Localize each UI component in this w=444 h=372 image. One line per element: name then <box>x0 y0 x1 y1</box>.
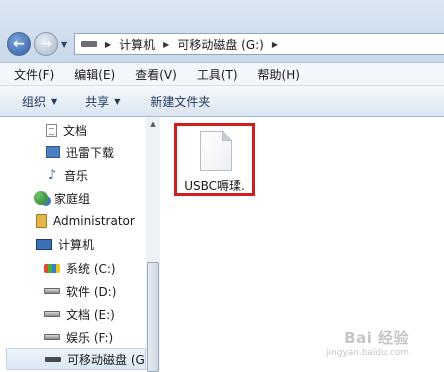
file-icon <box>200 131 232 171</box>
file-name: USBC嗕瑈. <box>184 179 245 193</box>
watermark-url: jingyan.baidu.com <box>326 348 410 358</box>
menu-help[interactable]: 帮助(H) <box>245 66 307 83</box>
nav-item-label: Administrator <box>53 214 135 228</box>
nav-item-label: 系统 (C:) <box>66 261 116 276</box>
share-label: 共享 <box>85 94 110 109</box>
share-button[interactable]: 共享 ▼ <box>85 93 120 110</box>
baidu-jingyan-watermark: Bai 经验 jingyan.baidu.com <box>326 327 409 358</box>
back-button[interactable]: ← <box>7 32 31 56</box>
nav-item-label: 计算机 <box>58 237 95 252</box>
nav-item-label: 可移动磁盘 (G: <box>67 352 149 367</box>
navigation-pane: 文档 迅雷下载 ♪ 音乐 家庭组 Administrator 计算机 系统 (C… <box>0 117 160 372</box>
breadcrumb-separator-icon[interactable]: ▶ <box>163 40 169 49</box>
organize-label: 组织 <box>22 94 47 109</box>
nav-item-label: 软件 (D:) <box>66 284 117 299</box>
nav-item-label: 文档 (E:) <box>66 307 115 322</box>
nav-item-label: 娱乐 (F:) <box>66 330 114 345</box>
computer-icon <box>36 238 52 250</box>
breadcrumb-separator-icon[interactable]: ▶ <box>272 40 278 49</box>
drive-icon <box>44 288 60 294</box>
nav-item-label: 迅雷下载 <box>66 145 115 160</box>
menu-edit[interactable]: 编辑(E) <box>61 66 122 83</box>
system-drive-icon <box>44 263 60 273</box>
back-arrow-icon: ← <box>13 36 25 52</box>
document-icon <box>46 123 57 137</box>
drive-icon <box>44 334 60 340</box>
recent-pages-dropdown-icon[interactable]: ▼ <box>61 40 67 49</box>
organize-button[interactable]: 组织 ▼ <box>22 93 57 110</box>
music-icon: ♪ <box>47 167 57 183</box>
new-folder-button[interactable]: 新建文件夹 <box>150 93 210 110</box>
forward-arrow-icon: → <box>40 36 52 52</box>
nav-item-label: 音乐 <box>64 168 89 183</box>
menu-bar: 文件(F) 编辑(E) 查看(V) 工具(T) 帮助(H) <box>0 62 444 86</box>
user-folder-icon <box>36 214 47 228</box>
nav-item-label: 文档 <box>63 123 88 138</box>
chevron-down-icon: ▼ <box>51 96 58 106</box>
usb-drive-icon <box>45 356 61 362</box>
nav-item-drive-g[interactable]: 可移动磁盘 (G: <box>6 348 149 370</box>
menu-file[interactable]: 文件(F) <box>0 66 61 83</box>
address-row: ← → ▼ ▶ 计算机 ▶ 可移动磁盘 (G:) ▶ <box>0 0 444 62</box>
nav-scrollbar-thumb[interactable] <box>147 262 159 372</box>
download-folder-icon <box>46 146 60 158</box>
address-bar[interactable]: ▶ 计算机 ▶ 可移动磁盘 (G:) ▶ <box>74 33 444 55</box>
nav-item-label: 家庭组 <box>54 191 91 206</box>
menu-view[interactable]: 查看(V) <box>122 66 184 83</box>
drive-icon <box>81 41 97 47</box>
homegroup-icon <box>34 191 48 205</box>
breadcrumb-separator-icon[interactable]: ▶ <box>105 40 111 49</box>
breadcrumb-computer[interactable]: 计算机 <box>119 36 155 53</box>
breadcrumb-removable-disk[interactable]: 可移动磁盘 (G:) <box>177 36 264 53</box>
menu-tools[interactable]: 工具(T) <box>184 66 245 83</box>
watermark-logo: Bai 经验 <box>344 329 410 347</box>
chevron-down-icon: ▼ <box>114 96 121 106</box>
file-item[interactable]: USBC嗕瑈. <box>174 123 255 196</box>
command-toolbar: 组织 ▼ 共享 ▼ 新建文件夹 <box>0 86 444 117</box>
scroll-up-arrow-icon[interactable]: ▲ <box>146 117 160 131</box>
drive-icon <box>44 311 60 317</box>
forward-button[interactable]: → <box>34 32 58 56</box>
